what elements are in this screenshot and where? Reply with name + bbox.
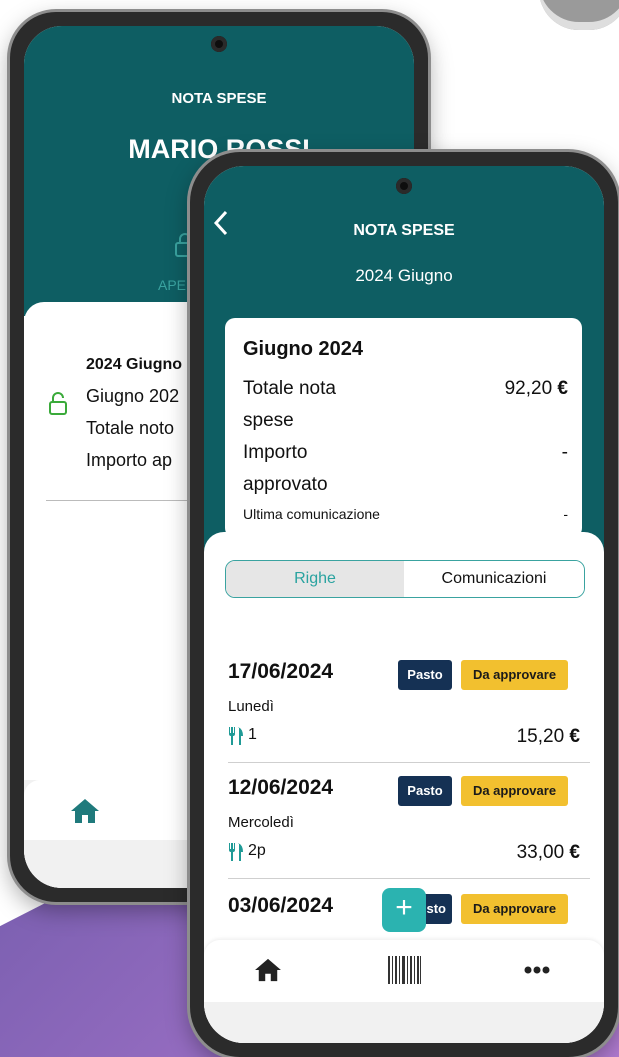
item-approved: Importo ap [86, 450, 173, 470]
barcode-icon[interactable] [388, 956, 422, 984]
currency: € [557, 378, 568, 399]
item-period: 2024 Giugno [86, 356, 183, 373]
approved-value: - [561, 442, 568, 463]
type-badge: Pasto [398, 660, 452, 690]
total-value: 92,20 € [505, 378, 568, 400]
divider [228, 762, 590, 763]
camera-icon [211, 36, 227, 52]
tab-bar: Righe Comunicazioni [225, 560, 585, 598]
amount-value: 33,00 [516, 842, 565, 863]
front-phone-screen: NOTA SPESE 2024 Giugno Giugno 2024 Total… [204, 166, 604, 1043]
more-icon[interactable] [524, 966, 550, 974]
entry-amount: 33,00 € [517, 842, 580, 864]
summary-title: Giugno 2024 [243, 338, 364, 360]
tab-comunicazioni[interactable]: Comunicazioni [404, 561, 584, 597]
entry-day: Mercoledì [228, 814, 294, 831]
unlock-icon [49, 392, 67, 415]
amount-value: 15,20 [516, 726, 565, 747]
status-badge: Da approvare [461, 660, 568, 690]
total-label: Totale nota [243, 378, 336, 399]
type-badge: Pasto [398, 776, 452, 806]
front-nav-bar [204, 940, 604, 1002]
fork-knife-icon [229, 843, 243, 861]
item-total: Totale noto [86, 418, 175, 438]
summary-card: Giugno 2024 Totale nota spese 92,20 € Im… [225, 318, 582, 538]
entry-count: 2p [248, 842, 266, 859]
tab-righe[interactable]: Righe [226, 561, 404, 597]
entry-amount: 15,20 € [517, 726, 580, 748]
currency: € [569, 842, 580, 863]
status-badge: Da approvare [461, 894, 568, 924]
front-subtitle: 2024 Giugno [355, 266, 453, 285]
total-amount: 92,20 [504, 378, 553, 399]
entry-date: 17/06/2024 [228, 660, 334, 683]
last-comm-label: Ultima comunicazione [243, 506, 380, 522]
approved-label-cont: approvato [243, 474, 328, 495]
add-expense-button[interactable]: + [382, 888, 426, 932]
camera-icon [396, 178, 412, 194]
status-badge: Da approvare [461, 776, 568, 806]
front-title: NOTA SPESE [353, 222, 455, 239]
decorative-corner [539, 0, 619, 30]
entry-date: 12/06/2024 [228, 776, 334, 799]
home-icon[interactable] [70, 798, 100, 824]
entry-day: Lunedì [228, 698, 274, 715]
home-icon[interactable] [254, 958, 282, 982]
entry-date: 03/06/2024 [228, 894, 334, 917]
back-title: NOTA SPESE [171, 90, 267, 107]
fork-knife-icon [229, 727, 243, 745]
item-month: Giugno 202 [86, 386, 180, 406]
total-label-cont: spese [243, 410, 294, 431]
front-bottom-area [204, 1002, 604, 1043]
last-comm-value: - [563, 506, 568, 522]
front-header: NOTA SPESE 2024 Giugno Giugno 2024 Total… [204, 166, 604, 556]
approved-label: Importo [243, 442, 308, 463]
front-phone-frame: NOTA SPESE 2024 Giugno Giugno 2024 Total… [190, 152, 618, 1057]
entry-count: 1 [248, 726, 257, 743]
divider [228, 878, 590, 879]
currency: € [569, 726, 580, 747]
